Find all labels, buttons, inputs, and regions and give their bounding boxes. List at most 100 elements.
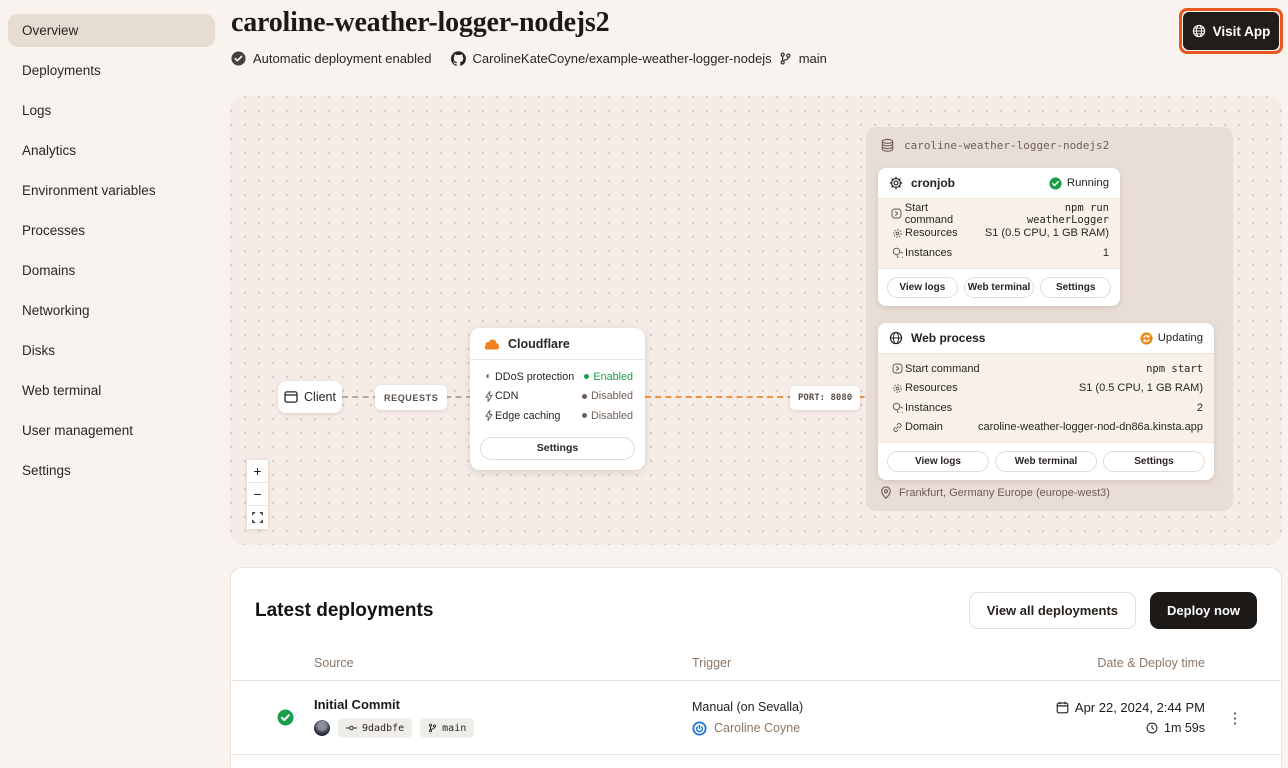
web-start-command-row: Start command npm start <box>889 359 1203 379</box>
header-meta: Automatic deployment enabled CarolineKat… <box>231 51 827 66</box>
latest-deployments-heading: Latest deployments <box>255 599 434 621</box>
page-title: caroline-weather-logger-nodejs2 <box>231 7 610 38</box>
deployment-success-icon <box>255 709 314 726</box>
gear-icon <box>889 176 903 190</box>
sidebar-item-deployments[interactable]: Deployments <box>8 54 215 87</box>
branch-name: main <box>442 722 467 734</box>
instances-icon <box>889 247 905 259</box>
row-value: S1 (0.5 CPU, 1 GB RAM) <box>984 227 1109 240</box>
sidebar-item-logs[interactable]: Logs <box>8 94 215 127</box>
row-menu-kebab[interactable]: ⋮ <box>1205 709 1265 727</box>
visit-app-label: Visit App <box>1212 23 1271 39</box>
architecture-diagram[interactable]: Client REQUESTS Cloudflare ◐ DDoS protec… <box>230 96 1282 545</box>
branch-label[interactable]: main <box>799 51 827 66</box>
cronjob-web-terminal-button[interactable]: Web terminal <box>963 276 1035 298</box>
web-process-title: Web process <box>911 331 986 345</box>
branch-icon <box>428 723 437 733</box>
client-node[interactable]: Client <box>278 381 342 413</box>
row-value: npm run weatherLogger <box>1026 201 1109 226</box>
app-group-title: caroline-weather-logger-nodejs2 <box>904 139 1110 152</box>
stack-layers-icon <box>880 138 895 153</box>
cloudflare-settings-button[interactable]: Settings <box>480 436 635 460</box>
sidebar-item-networking[interactable]: Networking <box>8 294 215 327</box>
app-group-card[interactable]: caroline-weather-logger-nodejs2 cronjob … <box>866 127 1233 511</box>
web-instances-row: Instances 2 <box>889 398 1203 418</box>
row-label: Instances <box>905 246 953 259</box>
cloudflare-cloud-icon <box>483 338 500 350</box>
globe-icon <box>889 331 903 345</box>
region-row: Frankfurt, Germany Europe (europe-west3) <box>880 486 1110 499</box>
globe-icon <box>1192 24 1206 38</box>
view-all-deployments-button[interactable]: View all deployments <box>968 592 1137 629</box>
commit-hash: 9dadbfe <box>362 722 405 734</box>
cloudflare-row-label: CDN <box>495 390 519 403</box>
deploy-now-button[interactable]: Deploy now <box>1150 592 1257 629</box>
sidebar-item-overview[interactable]: Overview <box>8 14 215 47</box>
sidebar: Overview Deployments Logs Analytics Envi… <box>0 0 230 768</box>
repo-link[interactable]: CarolineKateCoyne/example-weather-logger… <box>473 51 772 66</box>
zoom-out-button[interactable]: − <box>247 483 268 506</box>
web-settings-button[interactable]: Settings <box>1103 451 1205 472</box>
column-date-deploy-time: Date & Deploy time <box>1097 655 1205 670</box>
sidebar-item-environment-variables[interactable]: Environment variables <box>8 174 215 207</box>
cronjob-settings-button[interactable]: Settings <box>1040 276 1112 298</box>
location-pin-icon <box>880 486 892 499</box>
calendar-icon <box>1056 701 1069 714</box>
cronjob-start-command-row: Start command npm run weatherLogger <box>889 201 1109 226</box>
fit-view-button[interactable] <box>247 506 268 529</box>
sidebar-item-processes[interactable]: Processes <box>8 214 215 247</box>
resources-icon <box>889 383 905 394</box>
zoom-in-button[interactable]: + <box>247 460 268 483</box>
resources-icon <box>889 228 905 239</box>
row-value: 2 <box>1196 401 1203 414</box>
row-label: Start command <box>904 201 954 226</box>
cloudflare-row-label: Edge caching <box>495 409 561 422</box>
latest-deployments-card: Latest deployments View all deployments … <box>230 567 1282 768</box>
running-status-icon <box>1049 176 1062 190</box>
web-web-terminal-button[interactable]: Web terminal <box>995 451 1097 472</box>
sidebar-item-disks[interactable]: Disks <box>8 334 215 367</box>
requests-edge-label: REQUESTS <box>375 385 448 410</box>
row-value: 1 <box>1102 246 1109 259</box>
deployment-row[interactable]: Initial Commit 9dadbfe main Manual (on S… <box>231 681 1281 755</box>
status-dot-enabled <box>584 374 590 380</box>
branch-badge[interactable]: main <box>420 718 475 738</box>
deployments-table-header: Source Trigger Date & Deploy time <box>231 645 1281 681</box>
web-resources-row: Resources S1 (0.5 CPU, 1 GB RAM) <box>889 379 1203 399</box>
cronjob-view-logs-button[interactable]: View logs <box>887 276 958 298</box>
sidebar-item-web-terminal[interactable]: Web terminal <box>8 374 215 407</box>
deploy-duration: 1m 59s <box>1164 721 1205 735</box>
cloudflare-row-label: DDoS protection <box>495 370 575 383</box>
cloudflare-card[interactable]: Cloudflare ◐ DDoS protection Enabled CDN… <box>470 328 645 470</box>
sidebar-item-analytics[interactable]: Analytics <box>8 134 215 167</box>
domain-link[interactable]: caroline-weather-logger-nod-dn86a.kinsta… <box>978 421 1203 433</box>
web-process-card[interactable]: Web process Updating Start command npm s… <box>878 323 1214 480</box>
cronjob-process-card[interactable]: cronjob Running Start command npm run we… <box>878 168 1120 306</box>
cloudflare-row-value: Disabled <box>590 390 633 403</box>
port-edge-label: PORT: 8080 <box>790 386 861 410</box>
sidebar-item-settings[interactable]: Settings <box>8 454 215 487</box>
link-icon <box>889 422 905 433</box>
bolt-icon <box>482 390 495 402</box>
visit-app-button[interactable]: Visit App <box>1183 12 1279 50</box>
commit-hash-badge[interactable]: 9dadbfe <box>338 718 413 738</box>
web-view-logs-button[interactable]: View logs <box>887 451 989 472</box>
commit-message: Initial Commit <box>314 697 400 712</box>
cloudflare-title: Cloudflare <box>508 337 570 351</box>
updating-status-icon <box>1140 331 1153 345</box>
branch-icon <box>779 52 792 65</box>
author-name[interactable]: Caroline Coyne <box>714 721 800 735</box>
region-label: Frankfurt, Germany Europe (europe-west3) <box>899 486 1110 499</box>
status-dot-disabled <box>581 393 587 399</box>
browser-icon <box>284 391 298 403</box>
sidebar-item-user-management[interactable]: User management <box>8 414 215 447</box>
row-label: Resources <box>905 382 958 395</box>
committer-avatar <box>314 720 330 736</box>
sidebar-item-domains[interactable]: Domains <box>8 254 215 287</box>
cronjob-instances-row: Instances 1 <box>889 243 1109 263</box>
deploy-date: Apr 22, 2024, 2:44 PM <box>1074 700 1205 715</box>
auto-deploy-label: Automatic deployment enabled <box>253 51 432 66</box>
status-dot-disabled <box>581 413 587 419</box>
row-value: S1 (0.5 CPU, 1 GB RAM) <box>1078 382 1203 395</box>
web-domain-row: Domain caroline-weather-logger-nod-dn86a… <box>889 418 1203 438</box>
